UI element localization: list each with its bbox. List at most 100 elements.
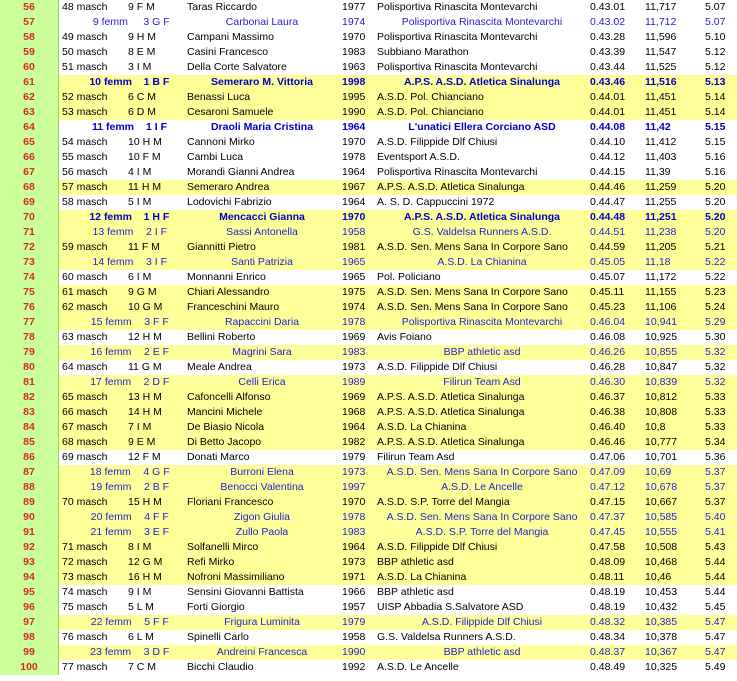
table-row: 59 50 masch 8 E M Casini Francesco 1983 Subbi… bbox=[0, 45, 737, 60]
finish-time-cell: 0.46.28 bbox=[590, 361, 626, 373]
pace-cell: 5.22 bbox=[705, 256, 726, 268]
age-group-rank: 3 E F bbox=[143, 526, 170, 538]
results-table: 56 48 masch 9 F M Taras Riccardo 1977 Polispo… bbox=[0, 0, 737, 675]
birth-year-cell: 1964 bbox=[342, 541, 366, 553]
finish-time-cell: 0.46.04 bbox=[590, 316, 626, 328]
category-rank-cell: 56 masch 4 I M bbox=[62, 165, 185, 180]
pace-cell: 5.07 bbox=[705, 1, 726, 13]
birth-year-cell: 1969 bbox=[342, 391, 366, 403]
club-cell: A.S.D. La Chianina bbox=[377, 421, 467, 433]
table-row: 92 71 masch 8 I M Solfanelli Mirco 1964 A.S.D… bbox=[0, 540, 737, 555]
pace-cell: 5.43 bbox=[705, 541, 726, 553]
finish-time-cell: 0.47.37 bbox=[590, 511, 626, 523]
overall-gender-rank: 51 masch bbox=[62, 61, 108, 73]
overall-gender-rank: 12 femm bbox=[89, 211, 132, 223]
position-cell: 58 bbox=[0, 30, 59, 45]
athlete-name-cell: Cannoni Mirko bbox=[187, 136, 255, 148]
speed-cell: 10,839 bbox=[645, 376, 678, 388]
pace-cell: 5.47 bbox=[705, 616, 726, 628]
club-cell: A.P.S. A.S.D. Atletica Sinalunga bbox=[377, 406, 525, 418]
overall-gender-rank: 19 femm bbox=[90, 481, 132, 493]
position-cell: 95 bbox=[0, 585, 59, 600]
age-group-rank: 14 H M bbox=[128, 406, 162, 418]
birth-year-cell: 1979 bbox=[342, 616, 366, 628]
birth-year-cell: 1978 bbox=[342, 316, 366, 328]
position-cell: 64 bbox=[0, 120, 59, 135]
pace-cell: 5.32 bbox=[705, 376, 726, 388]
club-cell: A. S. D. Cappuccini 1972 bbox=[377, 196, 495, 208]
overall-gender-rank: 65 masch bbox=[62, 391, 108, 403]
pace-cell: 5.30 bbox=[705, 331, 726, 343]
category-rank-cell: 53 masch 6 D M bbox=[62, 105, 185, 120]
table-row: 71 13 femm 2 I F Sassi Antonella 1958 G.S. Va… bbox=[0, 225, 737, 240]
finish-time-cell: 0.46.37 bbox=[590, 391, 626, 403]
position-cell: 92 bbox=[0, 540, 59, 555]
position-cell: 78 bbox=[0, 330, 59, 345]
table-row: 80 64 masch 11 G M Meale Andrea 1973 A.S.D. F… bbox=[0, 360, 737, 375]
age-group-rank: 2 B F bbox=[143, 481, 170, 493]
overall-gender-rank: 9 femm bbox=[92, 16, 128, 28]
position-cell: 99 bbox=[0, 645, 59, 660]
overall-gender-rank: 75 masch bbox=[62, 601, 108, 613]
position-cell: 84 bbox=[0, 420, 59, 435]
overall-gender-rank: 17 femm bbox=[90, 376, 132, 388]
speed-cell: 10,385 bbox=[645, 616, 678, 628]
age-group-rank: 6 D M bbox=[128, 106, 157, 118]
pace-cell: 5.13 bbox=[705, 76, 726, 88]
pace-cell: 5.44 bbox=[705, 586, 726, 598]
finish-time-cell: 0.47.06 bbox=[590, 451, 626, 463]
pace-cell: 5.10 bbox=[705, 31, 726, 43]
category-rank-cell: 50 masch 8 E M bbox=[62, 45, 185, 60]
club-cell: Eventsport A.S.D. bbox=[377, 151, 460, 163]
overall-gender-rank: 21 femm bbox=[90, 526, 132, 538]
athlete-name-cell: Andreini Francesca bbox=[216, 646, 308, 658]
position-cell: 68 bbox=[0, 180, 59, 195]
table-row: 100 77 masch 7 C M Bicchi Claudio 1992 A.S.D.… bbox=[0, 660, 737, 675]
overall-gender-rank: 55 masch bbox=[62, 151, 108, 163]
category-rank-cell: 17 femm 2 D F bbox=[62, 375, 185, 390]
pace-cell: 5.12 bbox=[705, 46, 726, 58]
speed-cell: 11,155 bbox=[645, 286, 677, 298]
athlete-name-cell: Chiari Alessandro bbox=[187, 286, 270, 298]
table-row: 68 57 masch 11 H M Semeraro Andrea 1967 A.P.S… bbox=[0, 180, 737, 195]
table-row: 84 67 masch 7 I M De Biasio Nicola 1964 A.S.D… bbox=[0, 420, 737, 435]
club-cell: Filirun Team Asd bbox=[377, 451, 455, 463]
table-row: 72 59 masch 11 F M Giannitti Pietro 1981 A.S.… bbox=[0, 240, 737, 255]
overall-gender-rank: 62 masch bbox=[62, 301, 108, 313]
pace-cell: 5.47 bbox=[705, 631, 726, 643]
age-group-rank: 5 I M bbox=[128, 196, 152, 208]
speed-cell: 10,585 bbox=[645, 511, 678, 523]
category-rank-cell: 74 masch 9 I M bbox=[62, 585, 185, 600]
overall-gender-rank: 50 masch bbox=[62, 46, 108, 58]
birth-year-cell: 1968 bbox=[342, 406, 366, 418]
athlete-name-cell: Benassi Luca bbox=[187, 91, 251, 103]
category-rank-cell: 23 femm 3 D F bbox=[62, 645, 185, 660]
finish-time-cell: 0.48.49 bbox=[590, 661, 626, 673]
birth-year-cell: 1970 bbox=[342, 31, 366, 43]
position-cell: 59 bbox=[0, 45, 59, 60]
pace-cell: 5.12 bbox=[705, 61, 726, 73]
age-group-rank: 16 H M bbox=[128, 571, 162, 583]
overall-gender-rank: 15 femm bbox=[90, 316, 132, 328]
age-group-rank: 11 G M bbox=[128, 361, 162, 373]
position-cell: 82 bbox=[0, 390, 59, 405]
position-cell: 81 bbox=[0, 375, 59, 390]
age-group-rank: 8 I M bbox=[128, 541, 152, 553]
club-cell: A.S.D. Le Ancelle bbox=[441, 481, 523, 493]
speed-cell: 11,712 bbox=[645, 16, 677, 28]
birth-year-cell: 1974 bbox=[342, 16, 366, 28]
athlete-name-cell: Monnanni Enrico bbox=[187, 271, 266, 283]
table-row: 81 17 femm 2 D F Celli Erica 1989 Filirun Tea… bbox=[0, 375, 737, 390]
speed-cell: 11,451 bbox=[645, 106, 677, 118]
speed-cell: 10,468 bbox=[645, 556, 678, 568]
finish-time-cell: 0.44.59 bbox=[590, 241, 626, 253]
athlete-name-cell: Donati Marco bbox=[187, 451, 250, 463]
position-cell: 67 bbox=[0, 165, 59, 180]
category-rank-cell: 58 masch 5 I M bbox=[62, 195, 185, 210]
table-row: 96 75 masch 5 L M Forti Giorgio 1957 UISP Abb… bbox=[0, 600, 737, 615]
table-row: 56 48 masch 9 F M Taras Riccardo 1977 Polispo… bbox=[0, 0, 737, 15]
age-group-rank: 2 I F bbox=[145, 226, 167, 238]
age-group-rank: 10 G M bbox=[128, 301, 163, 313]
club-cell: A.P.S. A.S.D. Atletica Sinalunga bbox=[377, 181, 525, 193]
club-cell: Polisportiva Rinascita Montevarchi bbox=[401, 16, 563, 28]
